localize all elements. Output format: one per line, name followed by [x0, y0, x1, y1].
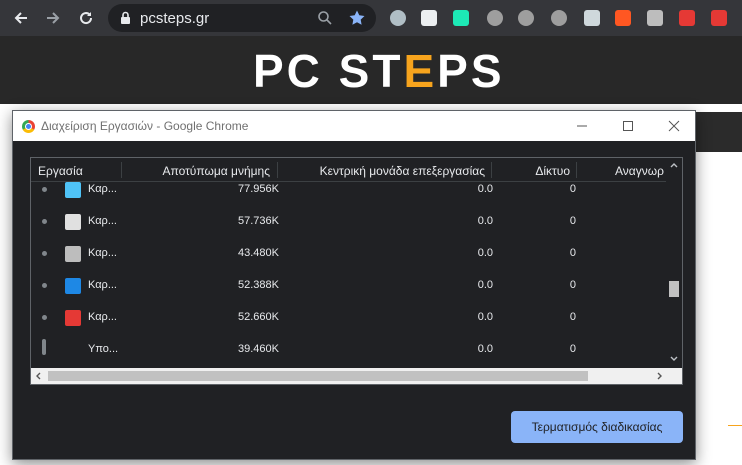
forward-button[interactable]: [42, 7, 64, 29]
reload-button[interactable]: [75, 7, 97, 29]
group-dot: [42, 251, 47, 256]
divider: [728, 425, 742, 426]
task-name: Καρ...: [88, 247, 117, 259]
memory-value: 52.660K: [238, 311, 279, 323]
loading-ring-icon[interactable]: [390, 10, 406, 26]
memory-value: 39.460K: [238, 343, 279, 355]
ublock-icon[interactable]: [487, 10, 503, 26]
network-value: 0: [569, 343, 576, 355]
end-process-button[interactable]: Τερματισμός διαδικασίας: [511, 411, 683, 443]
group-dot: [42, 283, 47, 288]
logo-text-end: PS: [437, 45, 505, 97]
network-value: 0: [569, 183, 576, 195]
vertical-scroll-thumb[interactable]: [669, 281, 679, 297]
arrow-left-icon: [14, 12, 27, 24]
url-text: pcsteps.gr: [140, 10, 210, 27]
table-row[interactable]: Καρ... 77.956K 0.0 0: [31, 174, 667, 206]
circle-icon[interactable]: [551, 10, 567, 26]
scroll-right-icon[interactable]: [657, 372, 663, 380]
bookmark-star-icon[interactable]: [348, 9, 366, 27]
memory-value: 77.956K: [238, 183, 279, 195]
task-name: Καρ...: [88, 183, 117, 195]
scroll-up-icon[interactable]: [670, 162, 678, 168]
maximize-icon: [623, 121, 633, 131]
table-row[interactable]: Υπο... 39.460K 0.0 0: [31, 334, 667, 366]
memory-value: 52.388K: [238, 279, 279, 291]
network-value: 0: [569, 215, 576, 227]
chrome-icon: [22, 120, 35, 133]
horizontal-scroll-thumb[interactable]: [48, 371, 588, 381]
lock-icon: [121, 11, 130, 24]
minimize-icon: [577, 125, 587, 127]
window-title: Διαχείριση Εργασιών - Google Chrome: [41, 119, 249, 133]
task-name: Υπο...: [88, 343, 119, 355]
table-row[interactable]: Καρ... 52.388K 0.0 0: [31, 270, 667, 302]
task-table[interactable]: Εργασία Αποτύπωμα μνήμης Κεντρική μονάδα…: [30, 157, 683, 385]
close-button[interactable]: [651, 111, 697, 141]
table-row[interactable]: Καρ... 52.660K 0.0 0: [31, 302, 667, 334]
memory-value: 43.480K: [238, 247, 279, 259]
cpu-value: 0.0: [477, 311, 493, 323]
site-header: PC STEPS: [0, 36, 742, 104]
puzzle-icon: [65, 182, 81, 198]
shield-check-icon[interactable]: [453, 10, 469, 26]
table-row[interactable]: Καρ... 57.736K 0.0 0: [31, 206, 667, 238]
image-icon[interactable]: [647, 10, 663, 26]
horizontal-scrollbar[interactable]: [31, 368, 682, 384]
network-value: 0: [569, 279, 576, 291]
site-logo[interactable]: PC STEPS: [253, 48, 505, 94]
table-row[interactable]: Καρ... 43.480K 0.0 0: [31, 238, 667, 270]
reload-icon: [80, 12, 93, 25]
arrow-right-icon: [47, 12, 60, 24]
task-name: Καρ...: [88, 215, 117, 227]
group-dot: [42, 187, 47, 192]
group-dot: [42, 315, 47, 320]
keyboard-icon: [65, 246, 81, 262]
cpu-value: 0.0: [477, 343, 493, 355]
pdf-tool-icon: [65, 310, 81, 326]
title-bar: Διαχείριση Εργασιών - Google Chrome: [13, 111, 695, 141]
office-icon[interactable]: [679, 10, 695, 26]
wordpress-icon: [65, 214, 81, 230]
memory-value: 57.736K: [238, 215, 279, 227]
browser-toolbar: pcsteps.gr: [0, 0, 742, 36]
scroll-down-icon[interactable]: [670, 356, 678, 362]
minimize-button[interactable]: [559, 111, 605, 141]
screen-icon[interactable]: [421, 10, 437, 26]
pen-icon[interactable]: [615, 10, 631, 26]
task-name: Καρ...: [88, 279, 117, 291]
task-manager-window: Διαχείριση Εργασιών - Google Chrome Εργα…: [12, 110, 696, 460]
group-marker: [42, 339, 46, 355]
network-value: 0: [569, 247, 576, 259]
check-badge-icon: [65, 278, 81, 294]
shield-icon[interactable]: [584, 10, 600, 26]
logo-accent: E: [403, 45, 438, 97]
network-value: 0: [569, 311, 576, 323]
task-name: Καρ...: [88, 311, 117, 323]
cpu-value: 0.0: [477, 183, 493, 195]
gmail-icon[interactable]: [711, 10, 727, 26]
back-button[interactable]: [10, 7, 32, 29]
cpu-value: 0.0: [477, 247, 493, 259]
logo-text: PC ST: [253, 45, 404, 97]
maximize-button[interactable]: [605, 111, 651, 141]
close-icon: [668, 120, 680, 132]
zoom-icon[interactable]: [317, 10, 333, 26]
cpu-value: 0.0: [477, 279, 493, 291]
address-bar[interactable]: pcsteps.gr: [108, 4, 376, 32]
group-dot: [42, 219, 47, 224]
d-icon[interactable]: [518, 10, 534, 26]
cpu-value: 0.0: [477, 215, 493, 227]
vertical-scrollbar[interactable]: [666, 158, 682, 368]
scroll-left-icon[interactable]: [35, 372, 41, 380]
